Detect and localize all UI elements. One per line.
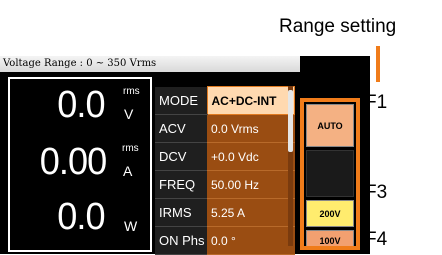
param-row-mode[interactable]: MODE AC+DC-INT (155, 86, 295, 115)
callout-connector-line (376, 46, 380, 82)
param-name: ACV (155, 114, 207, 143)
voltage-meter: 0.0 rms V (56, 86, 146, 126)
current-value: 0.00 (39, 141, 107, 183)
param-scrollbar-thumb[interactable] (288, 90, 293, 152)
param-name: IRMS (155, 198, 207, 227)
power-meter: 0.0 W (56, 198, 146, 238)
param-value-dcv[interactable]: +0.0 Vdc (207, 142, 295, 171)
voltage-unit: V (124, 106, 134, 122)
param-row-freq[interactable]: FREQ 50.00 Hz (155, 170, 295, 199)
power-value: 0.0 (57, 196, 105, 238)
status-bar: Voltage Range : 0 ~ 350 Vrms (0, 56, 300, 72)
param-value-on-phs[interactable]: 0.0 ° (207, 226, 295, 255)
param-name: FREQ (155, 170, 207, 199)
param-name: DCV (155, 142, 207, 171)
param-name: MODE (155, 86, 207, 115)
param-row-acv[interactable]: ACV 0.0 Vrms (155, 114, 295, 143)
f1-label: F1 (365, 92, 388, 113)
f3-label: F3 (365, 182, 388, 203)
param-name: ON Phs (155, 226, 207, 255)
f4-label: F4 (365, 229, 388, 250)
parameter-table: MODE AC+DC-INT ACV 0.0 Vrms DCV +0.0 Vdc… (155, 86, 295, 255)
param-row-dcv[interactable]: DCV +0.0 Vdc (155, 142, 295, 171)
voltage-value: 0.0 (57, 84, 105, 126)
param-value-acv[interactable]: 0.0 Vrms (207, 114, 295, 143)
current-sub-label: rms (122, 143, 139, 154)
param-row-irms[interactable]: IRMS 5.25 A (155, 198, 295, 227)
range-highlight-box (300, 98, 360, 250)
param-value-freq[interactable]: 50.00 Hz (207, 170, 295, 199)
range-setting-callout: Range setting (279, 16, 397, 37)
voltage-sub-label: rms (123, 86, 140, 97)
current-meter: 0.00 rms A (38, 143, 146, 183)
param-value-irms[interactable]: 5.25 A (207, 198, 295, 227)
param-row-on-phs[interactable]: ON Phs 0.0 ° (155, 226, 295, 255)
param-value-mode[interactable]: AC+DC-INT (206, 86, 295, 115)
current-unit: A (123, 163, 133, 179)
power-unit: W (124, 218, 138, 234)
